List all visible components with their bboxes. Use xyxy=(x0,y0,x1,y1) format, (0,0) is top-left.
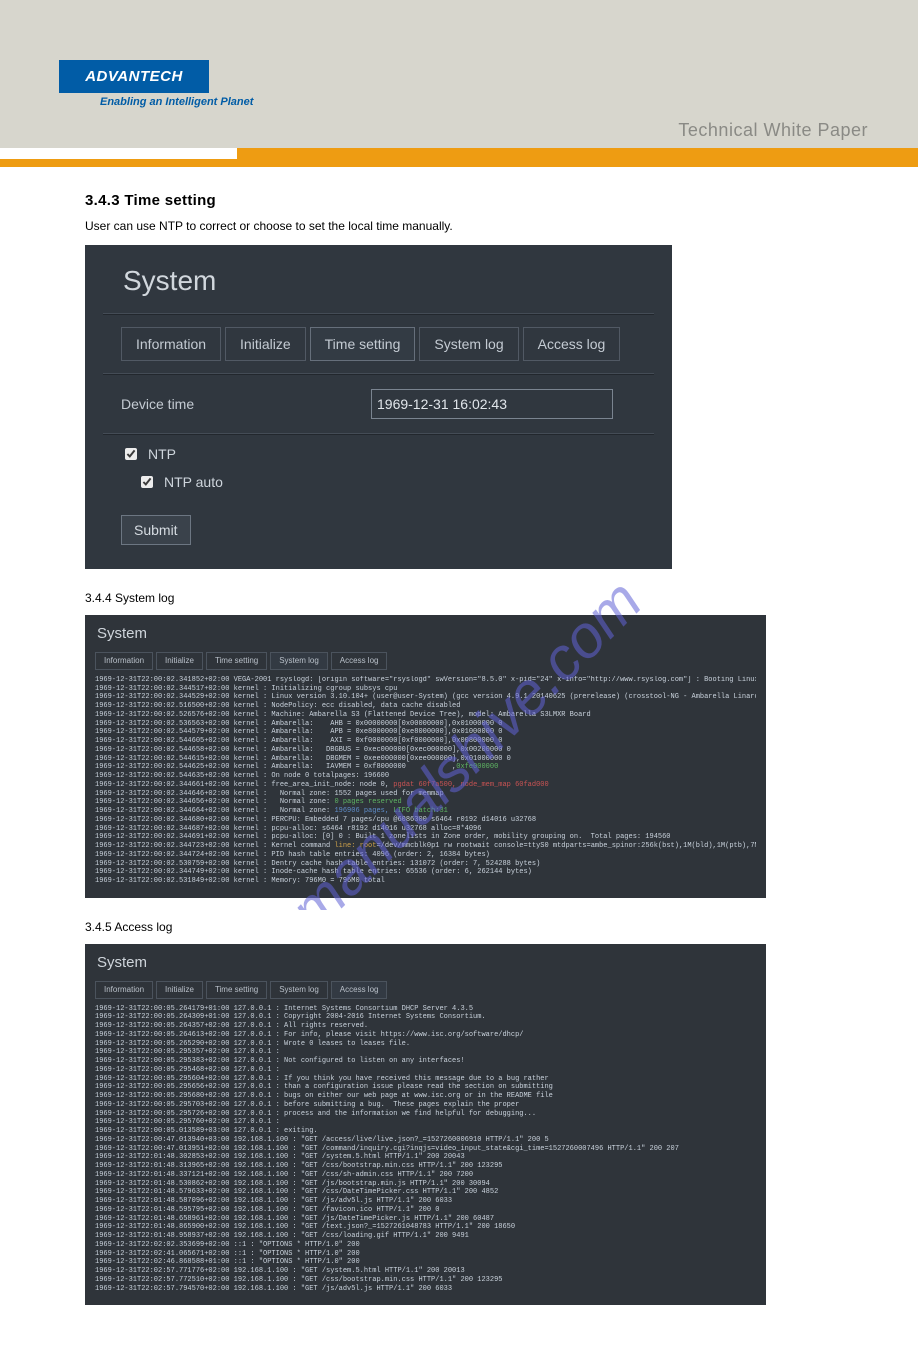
access-log-panel: System Information Initialize Time setti… xyxy=(85,944,766,1306)
tab-time-setting[interactable]: Time setting xyxy=(310,327,416,361)
section-title-system-log: 3.4.4 System log xyxy=(85,591,833,605)
brand-logo: ADVANTECH xyxy=(59,60,209,93)
tab-time-setting[interactable]: Time setting xyxy=(206,981,267,999)
header-divider xyxy=(0,148,918,167)
tab-system-log[interactable]: System log xyxy=(419,327,518,361)
ntp-label: NTP xyxy=(148,446,176,462)
tab-access-log[interactable]: Access log xyxy=(523,327,621,361)
panel-heading: System xyxy=(97,625,754,644)
tab-time-setting[interactable]: Time setting xyxy=(206,652,267,670)
document-header: ADVANTECH Enabling an Intelligent Planet… xyxy=(0,0,918,148)
tab-access-log[interactable]: Access log xyxy=(331,981,388,999)
tab-system-log[interactable]: System log xyxy=(270,652,328,670)
device-time-input[interactable] xyxy=(371,389,613,419)
tab-access-log[interactable]: Access log xyxy=(331,652,388,670)
system-log-body: 1969-12-31T22:00:02.341852+02:00 VEGA-20… xyxy=(95,676,756,886)
tab-initialize[interactable]: Initialize xyxy=(156,652,203,670)
submit-button[interactable]: Submit xyxy=(121,515,191,545)
brand-tagline: Enabling an Intelligent Planet xyxy=(100,96,253,108)
system-log-panel: System Information Initialize Time setti… xyxy=(85,615,766,898)
section-title-time-setting: 3.4.3 Time setting xyxy=(85,192,833,209)
tab-information[interactable]: Information xyxy=(121,327,221,361)
ntp-auto-checkbox[interactable] xyxy=(141,476,153,488)
brand-text: ADVANTECH xyxy=(85,68,183,85)
tab-system-log[interactable]: System log xyxy=(270,981,328,999)
panel-heading: System xyxy=(123,265,654,297)
tab-initialize[interactable]: Initialize xyxy=(225,327,306,361)
tab-information[interactable]: Information xyxy=(95,981,153,999)
tab-initialize[interactable]: Initialize xyxy=(156,981,203,999)
ntp-auto-label: NTP auto xyxy=(164,474,223,490)
access-log-body: 1969-12-31T22:00:05.264179+01:00 127.0.0… xyxy=(95,1005,756,1294)
section-title-access-log: 3.4.5 Access log xyxy=(85,920,833,934)
ntp-checkbox[interactable] xyxy=(125,448,137,460)
section-subtitle-time-setting: User can use NTP to correct or choose to… xyxy=(85,219,833,233)
device-time-label: Device time xyxy=(121,396,371,412)
document-type: Technical White Paper xyxy=(678,120,868,141)
tab-information[interactable]: Information xyxy=(95,652,153,670)
tabstrip: Information Initialize Time setting Syst… xyxy=(121,327,636,361)
time-setting-panel: System Information Initialize Time setti… xyxy=(85,245,672,569)
panel-heading: System xyxy=(97,954,754,973)
